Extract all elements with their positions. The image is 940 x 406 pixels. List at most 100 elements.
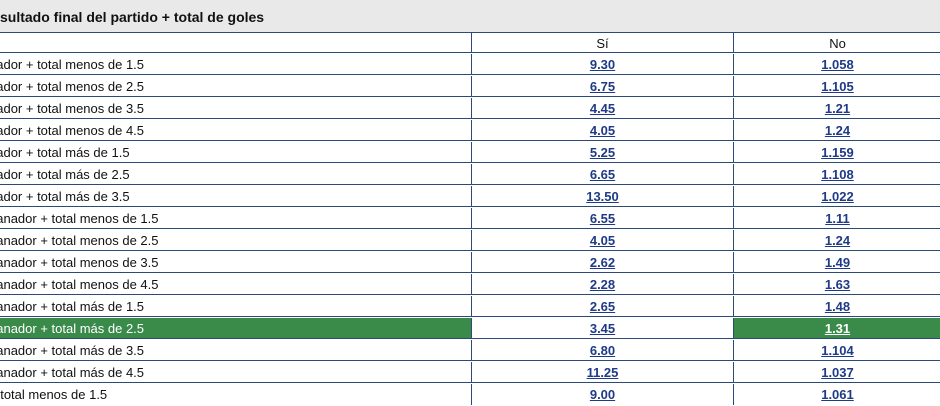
no-odds-cell[interactable]: 1.104 [734, 340, 940, 361]
no-odds-cell[interactable]: 1.24 [734, 230, 940, 251]
yes-odds-link[interactable]: 6.80 [590, 343, 615, 358]
table-row: ganador + total menos de 3.5 2.62 1.49 [0, 252, 940, 274]
table-row: ganador + total menos de 2.5 4.05 1.24 [0, 230, 940, 252]
yes-odds-cell[interactable]: 9.30 [472, 54, 734, 75]
market-title: sultado final del partido + total de gol… [0, 9, 265, 25]
market-label: + total menos de 1.5 [0, 387, 108, 402]
yes-odds-link[interactable]: 13.50 [586, 189, 619, 204]
table-row: nador + total menos de 2.5 6.75 1.105 [0, 76, 940, 98]
no-odds-cell[interactable]: 1.061 [734, 384, 940, 405]
no-odds-cell[interactable]: 1.11 [734, 208, 940, 229]
no-odds-link[interactable]: 1.159 [821, 145, 854, 160]
yes-odds-cell[interactable]: 6.55 [472, 208, 734, 229]
no-odds-cell[interactable]: 1.022 [734, 186, 940, 207]
yes-odds-link[interactable]: 4.45 [590, 101, 615, 116]
no-odds-cell[interactable]: 1.037 [734, 362, 940, 383]
no-odds-cell[interactable]: 1.31 [734, 318, 940, 339]
no-odds-cell[interactable]: 1.159 [734, 142, 940, 163]
yes-odds-link[interactable]: 3.45 [590, 321, 615, 336]
no-odds-link[interactable]: 1.058 [821, 57, 854, 72]
yes-odds-cell[interactable]: 4.05 [472, 230, 734, 251]
table-row: nador + total menos de 3.5 4.45 1.21 [0, 98, 940, 120]
no-odds-link[interactable]: 1.24 [825, 233, 850, 248]
market-label-cell: nador + total más de 1.5 [0, 142, 472, 163]
table-row: ganador + total menos de 1.5 6.55 1.11 [0, 208, 940, 230]
market-label: ganador + total más de 2.5 [0, 321, 145, 336]
no-odds-cell[interactable]: 1.48 [734, 296, 940, 317]
yes-odds-cell[interactable]: 2.62 [472, 252, 734, 273]
yes-odds-cell[interactable]: 6.75 [472, 76, 734, 97]
market-label: nador + total menos de 3.5 [0, 101, 145, 116]
yes-odds-link[interactable]: 6.75 [590, 79, 615, 94]
market-label-cell: nador + total más de 2.5 [0, 164, 472, 185]
yes-odds-link[interactable]: 4.05 [590, 233, 615, 248]
no-odds-cell[interactable]: 1.24 [734, 120, 940, 141]
no-odds-link[interactable]: 1.63 [825, 277, 850, 292]
no-odds-cell[interactable]: 1.63 [734, 274, 940, 295]
market-label-cell: nador + total más de 3.5 [0, 186, 472, 207]
no-odds-link[interactable]: 1.49 [825, 255, 850, 270]
no-odds-link[interactable]: 1.104 [821, 343, 854, 358]
yes-odds-cell[interactable]: 9.00 [472, 384, 734, 405]
yes-odds-cell[interactable]: 5.25 [472, 142, 734, 163]
market-label-cell: ganador + total más de 3.5 [0, 340, 472, 361]
no-odds-cell[interactable]: 1.108 [734, 164, 940, 185]
yes-odds-link[interactable]: 5.25 [590, 145, 615, 160]
yes-odds-link[interactable]: 2.62 [590, 255, 615, 270]
yes-odds-cell[interactable]: 6.80 [472, 340, 734, 361]
yes-odds-link[interactable]: 2.28 [590, 277, 615, 292]
market-label: nador + total menos de 4.5 [0, 123, 145, 138]
yes-odds-link[interactable]: 4.05 [590, 123, 615, 138]
yes-odds-cell[interactable]: 3.45 [472, 318, 734, 339]
yes-odds-link[interactable]: 11.25 [587, 365, 619, 380]
market-label: ganador + total menos de 4.5 [0, 277, 159, 292]
market-label: nador + total más de 1.5 [0, 145, 130, 160]
no-odds-link[interactable]: 1.022 [821, 189, 854, 204]
odds-table: Sí No nador + total menos de 1.5 9.30 1.05… [0, 32, 940, 406]
yes-odds-link[interactable]: 6.55 [590, 211, 615, 226]
market-label-cell: ganador + total más de 2.5 [0, 318, 472, 339]
no-odds-link[interactable]: 1.11 [825, 211, 850, 226]
no-odds-link[interactable]: 1.105 [821, 79, 854, 94]
no-odds-link[interactable]: 1.21 [825, 101, 850, 116]
yes-odds-cell[interactable]: 11.25 [472, 362, 734, 383]
market-label: ganador + total menos de 3.5 [0, 255, 159, 270]
no-odds-link[interactable]: 1.24 [825, 123, 850, 138]
market-header: sultado final del partido + total de gol… [0, 0, 940, 33]
table-row: nador + total más de 2.5 6.65 1.108 [0, 164, 940, 186]
header-yes: Sí [472, 32, 734, 53]
yes-odds-cell[interactable]: 2.65 [472, 296, 734, 317]
table-row: ganador + total más de 3.5 6.80 1.104 [0, 340, 940, 362]
yes-odds-cell[interactable]: 4.05 [472, 120, 734, 141]
table-row: ganador + total más de 2.5 3.45 1.31 [0, 318, 940, 340]
market-label-cell: ganador + total menos de 4.5 [0, 274, 472, 295]
no-odds-cell[interactable]: 1.105 [734, 76, 940, 97]
market-label-cell: ganador + total más de 4.5 [0, 362, 472, 383]
market-label-cell: nador + total menos de 1.5 [0, 54, 472, 75]
yes-odds-cell[interactable]: 6.65 [472, 164, 734, 185]
header-label-cell [0, 32, 472, 53]
yes-odds-link[interactable]: 2.65 [590, 299, 615, 314]
table-row: ganador + total menos de 4.5 2.28 1.63 [0, 274, 940, 296]
no-odds-link[interactable]: 1.108 [821, 167, 854, 182]
no-odds-cell[interactable]: 1.49 [734, 252, 940, 273]
yes-odds-link[interactable]: 6.65 [590, 167, 615, 182]
no-odds-link[interactable]: 1.48 [825, 299, 850, 314]
yes-odds-cell[interactable]: 4.45 [472, 98, 734, 119]
market-label-cell: nador + total menos de 2.5 [0, 76, 472, 97]
header-no: No [734, 32, 940, 53]
market-label-cell: + total menos de 1.5 [0, 384, 472, 405]
table-row: ganador + total más de 1.5 2.65 1.48 [0, 296, 940, 318]
no-odds-link[interactable]: 1.037 [821, 365, 854, 380]
table-row: nador + total más de 1.5 5.25 1.159 [0, 142, 940, 164]
no-odds-cell[interactable]: 1.058 [734, 54, 940, 75]
yes-odds-cell[interactable]: 13.50 [472, 186, 734, 207]
market-label: ganador + total más de 3.5 [0, 343, 145, 358]
no-odds-link[interactable]: 1.31 [825, 321, 850, 336]
table-row: ganador + total más de 4.5 11.25 1.037 [0, 362, 940, 384]
no-odds-cell[interactable]: 1.21 [734, 98, 940, 119]
market-label: ganador + total menos de 1.5 [0, 211, 159, 226]
yes-odds-link[interactable]: 9.30 [590, 57, 615, 72]
market-label: ganador + total menos de 2.5 [0, 233, 159, 248]
yes-odds-cell[interactable]: 2.28 [472, 274, 734, 295]
